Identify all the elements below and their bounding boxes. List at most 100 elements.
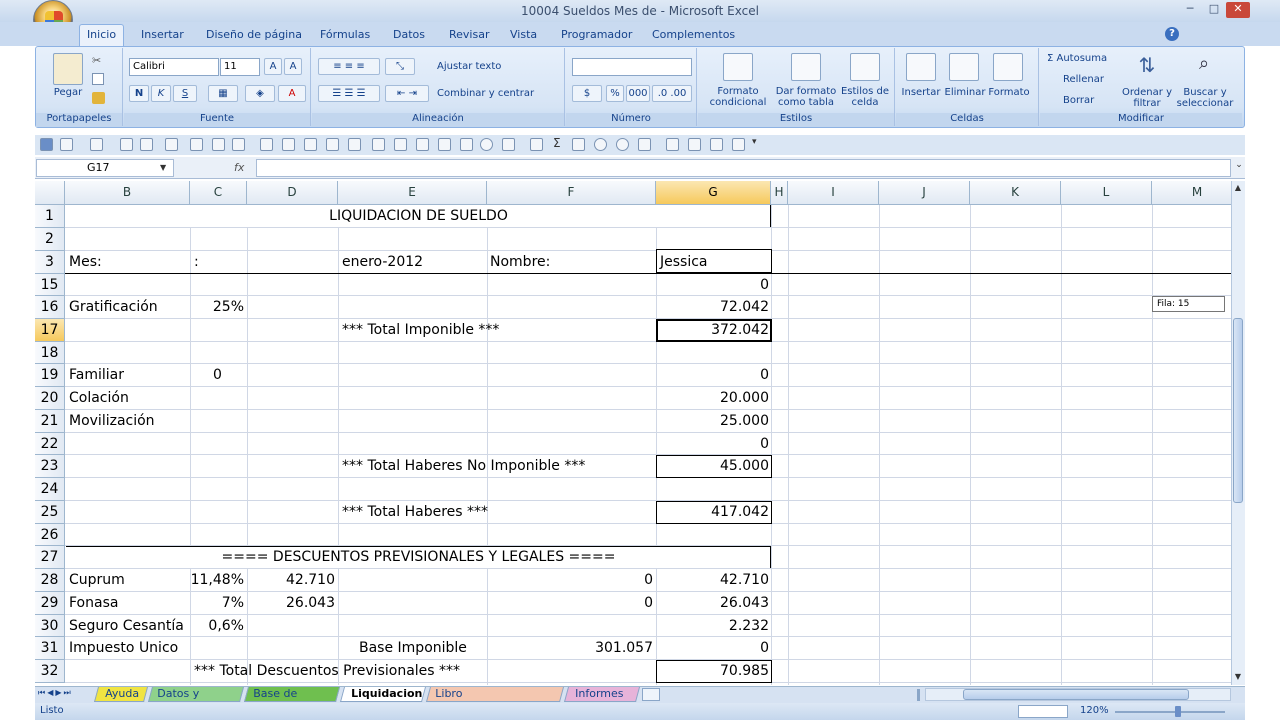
column-header-l[interactable]: L — [1061, 181, 1152, 205]
vertical-align-buttons[interactable]: ≡ ≡ ≡ — [318, 58, 380, 75]
cell-c30[interactable]: 0,6% — [190, 615, 244, 637]
fill-button[interactable]: Rellenar — [1047, 74, 1127, 85]
tool-icon-2[interactable] — [140, 138, 153, 151]
cell-c19[interactable]: 0 — [213, 364, 222, 386]
cell-f3[interactable]: Nombre: — [490, 251, 550, 273]
column-header-h[interactable]: H — [771, 181, 788, 205]
tab-inicio[interactable]: Inicio — [79, 24, 124, 47]
cell-g29[interactable]: 26.043 — [656, 592, 769, 614]
row-header[interactable]: 18 — [35, 342, 65, 364]
cell-styles-button[interactable]: Estilos de celda — [838, 86, 892, 108]
cell-c29[interactable]: 7% — [190, 592, 244, 614]
cell-g30[interactable]: 2.232 — [656, 615, 769, 637]
cell-b21[interactable]: Movilización — [69, 410, 155, 432]
cell-b30[interactable]: Seguro Cesantía — [69, 615, 184, 637]
cell-g28[interactable]: 42.710 — [656, 569, 769, 591]
sheet-tab-informes[interactable]: Informes — [563, 687, 641, 702]
row-header[interactable]: 22 — [35, 433, 65, 455]
shrink-font-button[interactable]: A — [284, 58, 302, 75]
tab-revisar[interactable]: Revisar — [443, 27, 495, 45]
font-color-button[interactable]: A — [278, 85, 306, 102]
formula-input[interactable] — [256, 159, 1231, 177]
cell-g25[interactable]: 417.042 — [656, 501, 769, 523]
minimize-button[interactable]: ─ — [1178, 2, 1202, 18]
insert-function-icon[interactable]: fx — [234, 161, 244, 174]
image-icon[interactable] — [372, 138, 385, 151]
cell-b3[interactable]: Mes: — [69, 251, 102, 273]
cell-c32[interactable]: *** Total Descuentos Previsionales *** — [194, 660, 460, 682]
cell-f28[interactable]: 0 — [487, 569, 653, 591]
sheet-tab-liquidacion[interactable]: Liquidacion — [339, 687, 427, 702]
worksheet-grid[interactable]: B C D E F G H I J K L M 1 2 3 15 16 17 1… — [35, 181, 1231, 685]
horizontal-align-buttons[interactable]: ☰ ☰ ☰ — [318, 85, 380, 102]
expand-formula-bar-icon[interactable]: ⌄ — [1233, 160, 1245, 176]
column-header-g[interactable]: G — [656, 181, 771, 205]
sort-filter-icon[interactable]: ⇅ — [1133, 53, 1161, 81]
bold-button[interactable]: N — [129, 85, 149, 102]
tool-icon-10[interactable] — [348, 138, 361, 151]
maximize-button[interactable]: □ — [1202, 2, 1226, 18]
format-table-icon[interactable] — [791, 53, 821, 81]
zoom-slider-thumb[interactable] — [1175, 706, 1181, 717]
italic-button[interactable]: K — [151, 85, 171, 102]
view-buttons[interactable] — [1018, 705, 1068, 718]
format-cells-icon[interactable] — [993, 53, 1023, 81]
print-preview-icon[interactable] — [212, 138, 225, 151]
tab-complementos[interactable]: Complementos — [646, 27, 741, 45]
cell-f31[interactable]: 301.057 — [487, 637, 653, 659]
row-header[interactable]: 19 — [35, 364, 65, 387]
row-header[interactable]: 29 — [35, 592, 65, 615]
tool-icon-4[interactable] — [190, 138, 203, 151]
row-header[interactable]: 32 — [35, 660, 65, 683]
row-header[interactable]: 1 — [35, 205, 65, 228]
font-size-select[interactable]: 11 — [220, 58, 260, 76]
fill-color-button[interactable]: ◈ — [245, 85, 275, 102]
cell-b28[interactable]: Cuprum — [69, 569, 125, 591]
cell-e23[interactable]: *** Total Haberes No Imponible *** — [342, 455, 585, 477]
tool-icon-14[interactable] — [480, 138, 493, 151]
cell-c28[interactable]: 11,48% — [190, 569, 244, 591]
merge-center-button[interactable]: Combinar y centrar — [437, 86, 562, 103]
select-all-corner[interactable] — [35, 181, 65, 205]
help-icon[interactable]: ? — [1165, 27, 1179, 41]
horizontal-scroll-thumb[interactable] — [963, 689, 1189, 700]
tab-vista[interactable]: Vista — [504, 27, 543, 45]
number-format-select[interactable] — [572, 58, 692, 76]
row-header[interactable]: 27 — [35, 546, 65, 569]
cell-e25[interactable]: *** Total Haberes *** — [342, 501, 488, 523]
cell-e3[interactable]: enero-2012 — [342, 251, 423, 273]
column-header-c[interactable]: C — [190, 181, 247, 205]
format-table-button[interactable]: Dar formato como tabla — [773, 86, 839, 108]
row-header[interactable]: 28 — [35, 569, 65, 592]
cell-g16[interactable]: 72.042 — [656, 296, 769, 318]
borders-button[interactable]: ▦ — [208, 85, 238, 102]
column-header-f[interactable]: F — [487, 181, 656, 205]
insert-cells-icon[interactable] — [906, 53, 936, 81]
cut-icon[interactable]: ✂ — [92, 54, 104, 67]
sheet-tab-base-datos[interactable]: Base de Datos — [243, 687, 341, 714]
orientation-button[interactable]: ⤡ — [385, 58, 415, 75]
tool-icon-8[interactable] — [304, 138, 317, 151]
tab-datos[interactable]: Datos — [387, 27, 431, 45]
sort-filter-button[interactable]: Ordenar y filtrar — [1122, 87, 1172, 109]
tool-icon-15[interactable] — [502, 138, 515, 151]
cell-g22[interactable]: 0 — [656, 433, 769, 455]
row-header[interactable]: 2 — [35, 228, 65, 251]
tool-icon-12[interactable] — [438, 138, 451, 151]
row-header[interactable]: 16 — [35, 296, 65, 319]
conditional-format-icon[interactable] — [723, 53, 753, 81]
save-icon[interactable] — [40, 138, 53, 151]
thousands-button[interactable]: 000 — [626, 85, 650, 102]
find-select-icon[interactable]: ⌕ — [1190, 53, 1218, 81]
cell-e17[interactable]: *** Total Imponible *** — [342, 319, 499, 341]
tool-icon-22[interactable] — [688, 138, 701, 151]
column-header-j[interactable]: J — [879, 181, 970, 205]
cell-c3[interactable]: : — [194, 251, 199, 273]
row-header[interactable]: 3 — [35, 251, 65, 274]
customize-qat-icon[interactable]: ▾ — [752, 137, 757, 147]
column-header-d[interactable]: D — [247, 181, 338, 205]
copy-icon[interactable] — [92, 73, 104, 85]
font-name-select[interactable]: Calibri — [129, 58, 219, 76]
tool-icon-6[interactable] — [260, 138, 273, 151]
cell-g31[interactable]: 0 — [656, 637, 769, 659]
